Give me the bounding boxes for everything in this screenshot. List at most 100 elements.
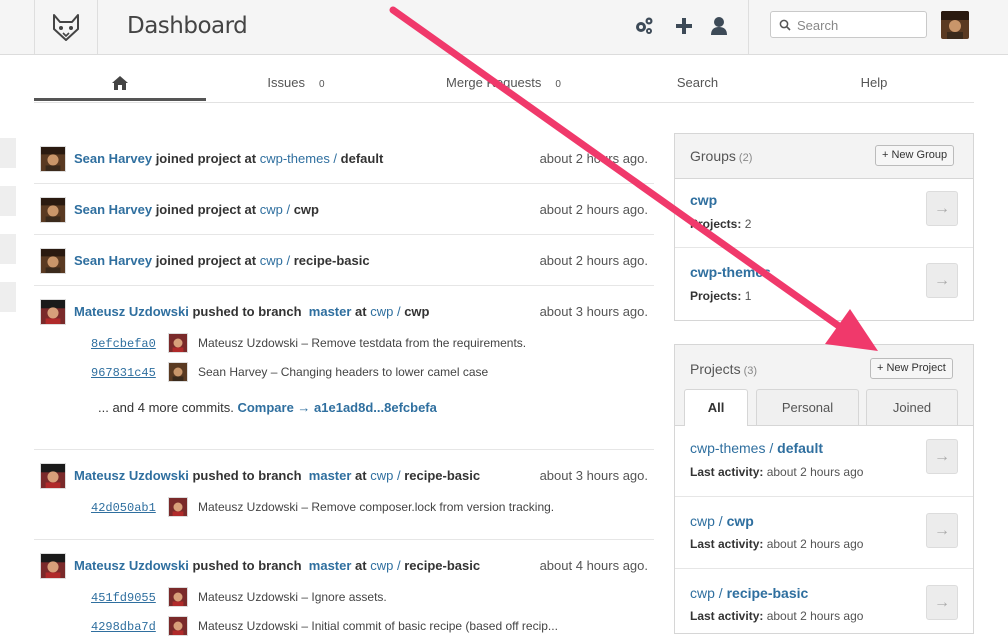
arrow-right-icon[interactable]: →: [926, 439, 958, 474]
tab-personal[interactable]: Personal: [756, 389, 859, 425]
logo-link[interactable]: [34, 0, 98, 54]
project-link[interactable]: cwp-themes / default: [260, 151, 384, 166]
author-link[interactable]: Mateusz Uzdowski: [74, 558, 189, 573]
author-link[interactable]: Sean Harvey: [74, 253, 152, 268]
home-icon: [112, 76, 128, 90]
new-group-button[interactable]: + New Group: [875, 145, 955, 166]
author-link[interactable]: Mateusz Uzdowski: [74, 468, 189, 483]
user-icon[interactable]: [708, 15, 730, 37]
event-text: Mateusz Uzdowski pushed to branch master…: [74, 304, 430, 319]
event-action: joined project: [155, 202, 241, 217]
side-user-icon[interactable]: [0, 282, 16, 312]
avatar[interactable]: [40, 553, 66, 579]
event-text: Sean Harvey joined project at cwp / cwp: [74, 202, 319, 217]
project-link[interactable]: cwp / cwp: [370, 304, 429, 319]
event-action: pushed to branch: [192, 558, 302, 573]
author-link[interactable]: Sean Harvey: [74, 151, 152, 166]
event-time: about 3 hours ago.: [539, 468, 648, 483]
project-link[interactable]: cwp / recipe-basic: [260, 253, 370, 268]
new-project-button[interactable]: + New Project: [870, 358, 953, 379]
branch-link[interactable]: master: [309, 558, 352, 573]
event-at: at: [355, 468, 367, 483]
tab-joined[interactable]: Joined: [866, 389, 958, 425]
tab-help[interactable]: Help: [774, 67, 974, 101]
avatar[interactable]: [40, 463, 66, 489]
author-link[interactable]: Sean Harvey: [74, 202, 152, 217]
event-action: joined project: [155, 253, 241, 268]
tab-issues-label: Issues: [267, 75, 305, 90]
event-text: Mateusz Uzdowski pushed to branch master…: [74, 558, 480, 573]
event-action: pushed to branch: [192, 304, 302, 319]
group-name[interactable]: cwp: [690, 192, 717, 208]
commit-message: Sean Harvey – Changing headers to lower …: [198, 365, 489, 379]
side-upload-icon[interactable]: [0, 138, 16, 168]
avatar[interactable]: [40, 146, 66, 172]
user-avatar[interactable]: [941, 11, 969, 39]
event-item: Sean Harvey joined project at cwp / reci…: [34, 235, 654, 286]
avatar[interactable]: [168, 362, 188, 382]
groups-panel: Groups (2) + New Group cwp Projects: 2 → …: [674, 133, 974, 321]
commit-sha-link[interactable]: 451fd9055: [91, 591, 156, 605]
tab-home[interactable]: [34, 67, 206, 101]
event-at: at: [244, 202, 257, 217]
group-name[interactable]: cwp-themes: [690, 264, 771, 280]
event-text: Sean Harvey joined project at cwp-themes…: [74, 151, 383, 166]
author-link[interactable]: Mateusz Uzdowski: [74, 304, 189, 319]
commit-sha-link[interactable]: 8efcbefa0: [91, 337, 156, 351]
project-name[interactable]: cwp-themes / default: [690, 440, 823, 456]
event-text: Sean Harvey joined project at cwp / reci…: [74, 253, 370, 268]
event-at: at: [244, 151, 257, 166]
avatar[interactable]: [40, 299, 66, 325]
project-item[interactable]: cwp-themes / default Last activity: abou…: [675, 426, 973, 497]
groups-panel-header: Groups (2) + New Group: [675, 134, 973, 179]
projects-panel: Projects (3) + New Project All Personal J…: [674, 344, 974, 634]
avatar[interactable]: [168, 616, 188, 636]
commit-sha-link[interactable]: 967831c45: [91, 366, 156, 380]
project-link[interactable]: cwp / cwp: [260, 202, 319, 217]
search-input[interactable]: [795, 17, 924, 34]
arrow-right-icon[interactable]: →: [926, 513, 958, 548]
arrow-right-icon[interactable]: →: [926, 191, 958, 226]
project-item[interactable]: cwp / cwp Last activity: about 2 hours a…: [675, 497, 973, 569]
avatar[interactable]: [168, 497, 188, 517]
tab-search[interactable]: Search: [621, 67, 774, 101]
avatar[interactable]: [168, 333, 188, 353]
project-item[interactable]: cwp / recipe-basic Last activity: about …: [675, 569, 973, 633]
groups-title: Groups (2): [690, 148, 753, 164]
event-time: about 4 hours ago.: [539, 558, 648, 573]
side-edit-icon[interactable]: [0, 186, 16, 216]
tab-issues[interactable]: Issues 0: [206, 67, 386, 101]
event-time: about 2 hours ago.: [539, 253, 648, 268]
compare-link[interactable]: Compare → a1e1ad8d...8efcbefa: [237, 400, 436, 415]
avatar[interactable]: [40, 248, 66, 274]
dashboard-nav: Issues 0 Merge Requests 0 Search Help: [34, 67, 974, 103]
tab-all[interactable]: All: [684, 389, 748, 426]
project-meta: Last activity: about 2 hours ago: [690, 537, 864, 551]
group-item[interactable]: cwp Projects: 2 →: [675, 179, 973, 248]
avatar[interactable]: [168, 587, 188, 607]
search-box[interactable]: [770, 11, 927, 38]
group-item[interactable]: cwp-themes Projects: 1 →: [675, 248, 973, 320]
commit-message: Mateusz Uzdowski – Remove testdata from …: [198, 336, 527, 350]
project-meta: Last activity: about 2 hours ago: [690, 465, 864, 479]
group-meta: Projects: 1: [690, 289, 752, 303]
avatar[interactable]: [40, 197, 66, 223]
event-item: Sean Harvey joined project at cwp-themes…: [34, 133, 654, 184]
branch-link[interactable]: master: [309, 304, 352, 319]
project-link[interactable]: cwp / recipe-basic: [370, 468, 480, 483]
arrow-right-icon[interactable]: →: [926, 263, 958, 298]
tab-merge-requests[interactable]: Merge Requests 0: [386, 67, 621, 101]
project-name[interactable]: cwp / recipe-basic: [690, 585, 808, 601]
commit-sha-link[interactable]: 42d050ab1: [91, 501, 156, 515]
more-commits: ... and 4 more commits. Compare → a1e1ad…: [98, 400, 437, 415]
commit-message: Mateusz Uzdowski – Ignore assets.: [198, 590, 387, 604]
plus-icon[interactable]: [673, 15, 695, 37]
branch-link[interactable]: master: [309, 468, 352, 483]
event-at: at: [355, 558, 367, 573]
side-comment-icon[interactable]: [0, 234, 16, 264]
settings-gears-icon[interactable]: [633, 15, 655, 37]
group-meta: Projects: 2: [690, 217, 752, 231]
project-name[interactable]: cwp / cwp: [690, 513, 754, 529]
project-link[interactable]: cwp / recipe-basic: [370, 558, 480, 573]
arrow-right-icon[interactable]: →: [926, 585, 958, 620]
